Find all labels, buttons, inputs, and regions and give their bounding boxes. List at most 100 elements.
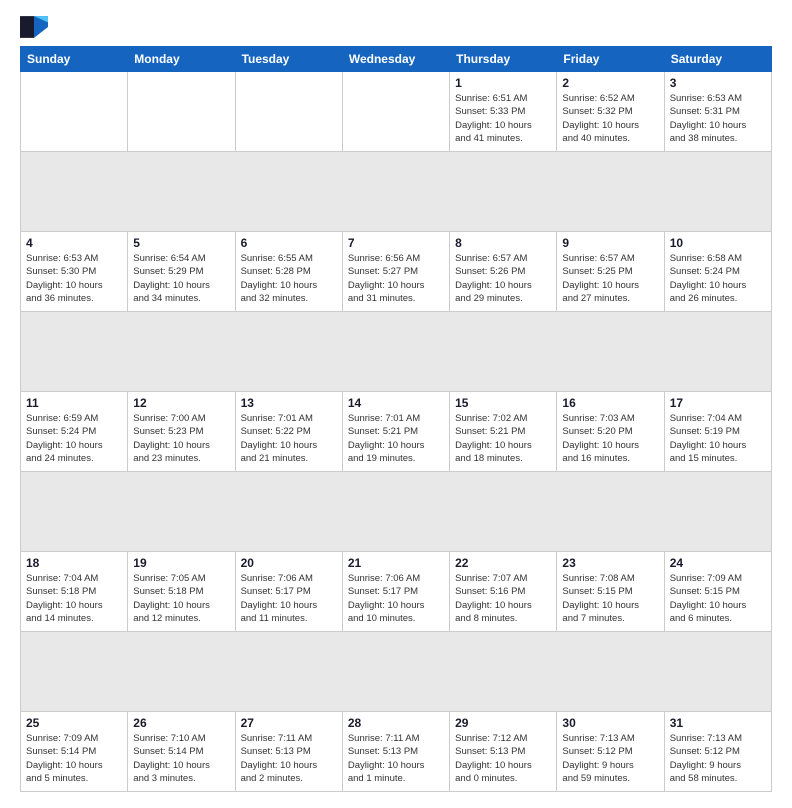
calendar-day-cell: 7 Sunrise: 6:56 AM Sunset: 5:27 PM Daylig… [342,232,449,312]
calendar-day-cell: 26 Sunrise: 7:10 AM Sunset: 5:14 PM Dayli… [128,712,235,792]
day-info: Sunrise: 7:05 AM Sunset: 5:18 PM Dayligh… [133,572,229,625]
week-separator [21,152,772,232]
day-number: 2 [562,76,658,90]
calendar-day-cell: 29 Sunrise: 7:12 AM Sunset: 5:13 PM Dayli… [450,712,557,792]
day-info: Sunrise: 7:02 AM Sunset: 5:21 PM Dayligh… [455,412,551,465]
day-number: 18 [26,556,122,570]
day-info: Sunrise: 7:01 AM Sunset: 5:22 PM Dayligh… [241,412,337,465]
day-number: 6 [241,236,337,250]
day-number: 21 [348,556,444,570]
day-number: 7 [348,236,444,250]
day-number: 14 [348,396,444,410]
calendar-day-cell [342,72,449,152]
day-info: Sunrise: 7:08 AM Sunset: 5:15 PM Dayligh… [562,572,658,625]
day-info: Sunrise: 6:57 AM Sunset: 5:26 PM Dayligh… [455,252,551,305]
calendar-week-row: 4 Sunrise: 6:53 AM Sunset: 5:30 PM Daylig… [21,232,772,312]
weekday-header-cell: Saturday [664,47,771,72]
calendar-day-cell: 23Sunrise: 7:08 AM Sunset: 5:15 PM Dayli… [557,552,664,632]
day-info: Sunrise: 7:11 AM Sunset: 5:13 PM Dayligh… [241,732,337,785]
day-info: Sunrise: 6:55 AM Sunset: 5:28 PM Dayligh… [241,252,337,305]
day-info: Sunrise: 7:13 AM Sunset: 5:12 PM Dayligh… [562,732,658,785]
day-info: Sunrise: 7:10 AM Sunset: 5:14 PM Dayligh… [133,732,229,785]
weekday-header-cell: Sunday [21,47,128,72]
calendar-week-row: 25Sunrise: 7:09 AM Sunset: 5:14 PM Dayli… [21,712,772,792]
day-number: 3 [670,76,766,90]
calendar-table: SundayMondayTuesdayWednesdayThursdayFrid… [20,46,772,792]
day-info: Sunrise: 7:06 AM Sunset: 5:17 PM Dayligh… [241,572,337,625]
day-info: Sunrise: 6:58 AM Sunset: 5:24 PM Dayligh… [670,252,766,305]
calendar-week-row: 11 Sunrise: 6:59 AM Sunset: 5:24 PM Dayli… [21,392,772,472]
calendar-day-cell: 13 Sunrise: 7:01 AM Sunset: 5:22 PM Dayli… [235,392,342,472]
day-number: 27 [241,716,337,730]
calendar-week-row: 1 Sunrise: 6:51 AM Sunset: 5:33 PM Daylig… [21,72,772,152]
day-number: 13 [241,396,337,410]
day-info: Sunrise: 7:01 AM Sunset: 5:21 PM Dayligh… [348,412,444,465]
week-separator [21,312,772,392]
day-info: Sunrise: 6:53 AM Sunset: 5:30 PM Dayligh… [26,252,122,305]
calendar-day-cell: 5Sunrise: 6:54 AM Sunset: 5:29 PM Daylig… [128,232,235,312]
day-number: 31 [670,716,766,730]
calendar-day-cell: 28 Sunrise: 7:11 AM Sunset: 5:13 PM Dayli… [342,712,449,792]
day-number: 16 [562,396,658,410]
day-info: Sunrise: 6:57 AM Sunset: 5:25 PM Dayligh… [562,252,658,305]
day-number: 29 [455,716,551,730]
calendar-day-cell: 16 Sunrise: 7:03 AM Sunset: 5:20 PM Dayli… [557,392,664,472]
day-number: 22 [455,556,551,570]
day-info: Sunrise: 6:51 AM Sunset: 5:33 PM Dayligh… [455,92,551,145]
header [20,16,772,38]
day-info: Sunrise: 7:03 AM Sunset: 5:20 PM Dayligh… [562,412,658,465]
calendar-day-cell: 4 Sunrise: 6:53 AM Sunset: 5:30 PM Daylig… [21,232,128,312]
calendar-day-cell: 6 Sunrise: 6:55 AM Sunset: 5:28 PM Daylig… [235,232,342,312]
calendar-day-cell: 12Sunrise: 7:00 AM Sunset: 5:23 PM Dayli… [128,392,235,472]
day-number: 15 [455,396,551,410]
calendar-day-cell: 25Sunrise: 7:09 AM Sunset: 5:14 PM Dayli… [21,712,128,792]
day-info: Sunrise: 7:13 AM Sunset: 5:12 PM Dayligh… [670,732,766,785]
logo-icon [20,16,48,38]
day-info: Sunrise: 7:04 AM Sunset: 5:19 PM Dayligh… [670,412,766,465]
calendar-day-cell: 9Sunrise: 6:57 AM Sunset: 5:25 PM Daylig… [557,232,664,312]
calendar-body: 1 Sunrise: 6:51 AM Sunset: 5:33 PM Daylig… [21,72,772,792]
calendar-day-cell: 22Sunrise: 7:07 AM Sunset: 5:16 PM Dayli… [450,552,557,632]
day-number: 8 [455,236,551,250]
day-info: Sunrise: 6:52 AM Sunset: 5:32 PM Dayligh… [562,92,658,145]
day-info: Sunrise: 7:04 AM Sunset: 5:18 PM Dayligh… [26,572,122,625]
weekday-header-row: SundayMondayTuesdayWednesdayThursdayFrid… [21,47,772,72]
day-info: Sunrise: 6:56 AM Sunset: 5:27 PM Dayligh… [348,252,444,305]
calendar-day-cell: 1 Sunrise: 6:51 AM Sunset: 5:33 PM Daylig… [450,72,557,152]
day-number: 4 [26,236,122,250]
week-separator [21,632,772,712]
logo [20,16,54,38]
calendar-day-cell: 3 Sunrise: 6:53 AM Sunset: 5:31 PM Daylig… [664,72,771,152]
day-info: Sunrise: 7:11 AM Sunset: 5:13 PM Dayligh… [348,732,444,785]
day-info: Sunrise: 7:06 AM Sunset: 5:17 PM Dayligh… [348,572,444,625]
calendar-day-cell: 17 Sunrise: 7:04 AM Sunset: 5:19 PM Dayli… [664,392,771,472]
day-number: 24 [670,556,766,570]
day-number: 25 [26,716,122,730]
day-number: 20 [241,556,337,570]
weekday-header-cell: Friday [557,47,664,72]
day-info: Sunrise: 6:59 AM Sunset: 5:24 PM Dayligh… [26,412,122,465]
calendar-day-cell: 21 Sunrise: 7:06 AM Sunset: 5:17 PM Dayli… [342,552,449,632]
day-info: Sunrise: 7:12 AM Sunset: 5:13 PM Dayligh… [455,732,551,785]
day-number: 26 [133,716,229,730]
week-separator [21,472,772,552]
day-number: 5 [133,236,229,250]
calendar-day-cell: 18 Sunrise: 7:04 AM Sunset: 5:18 PM Dayli… [21,552,128,632]
weekday-header-cell: Tuesday [235,47,342,72]
day-info: Sunrise: 6:53 AM Sunset: 5:31 PM Dayligh… [670,92,766,145]
day-number: 11 [26,396,122,410]
calendar-day-cell: 30Sunrise: 7:13 AM Sunset: 5:12 PM Dayli… [557,712,664,792]
day-number: 17 [670,396,766,410]
calendar-day-cell: 31 Sunrise: 7:13 AM Sunset: 5:12 PM Dayli… [664,712,771,792]
day-number: 19 [133,556,229,570]
calendar-wrapper: SundayMondayTuesdayWednesdayThursdayFrid… [0,0,792,808]
calendar-day-cell: 20 Sunrise: 7:06 AM Sunset: 5:17 PM Dayli… [235,552,342,632]
day-number: 10 [670,236,766,250]
day-number: 28 [348,716,444,730]
calendar-day-cell: 2 Sunrise: 6:52 AM Sunset: 5:32 PM Daylig… [557,72,664,152]
day-number: 1 [455,76,551,90]
calendar-day-cell [21,72,128,152]
calendar-day-cell: 8 Sunrise: 6:57 AM Sunset: 5:26 PM Daylig… [450,232,557,312]
calendar-day-cell: 24Sunrise: 7:09 AM Sunset: 5:15 PM Dayli… [664,552,771,632]
calendar-day-cell: 10 Sunrise: 6:58 AM Sunset: 5:24 PM Dayli… [664,232,771,312]
